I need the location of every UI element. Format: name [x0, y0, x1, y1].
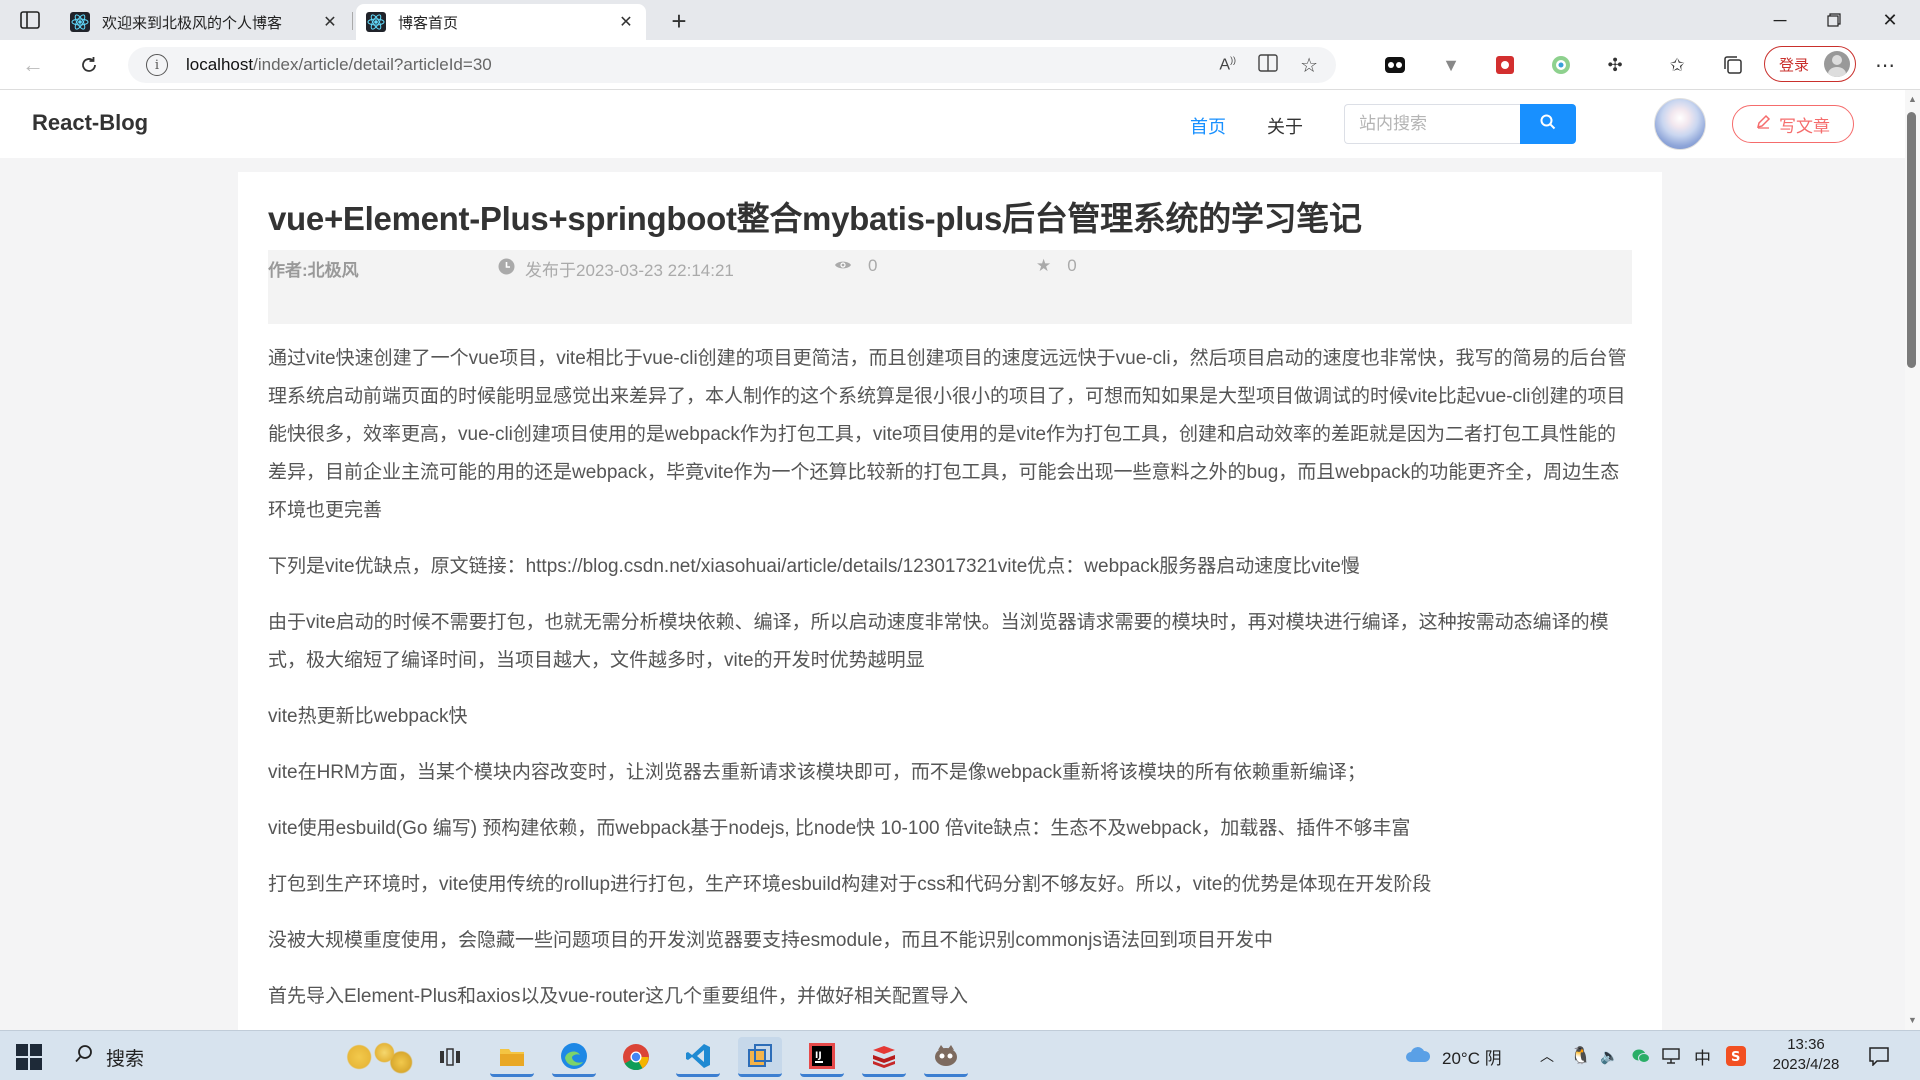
- file-explorer-icon[interactable]: [490, 1037, 534, 1077]
- windows-start-icon[interactable]: [16, 1044, 42, 1070]
- intellij-idea-icon[interactable]: IJ: [800, 1037, 844, 1077]
- extension-icon[interactable]: [1548, 52, 1574, 78]
- read-aloud-icon[interactable]: A)): [1219, 55, 1236, 74]
- clock-date: 2023/4/28: [1772, 1056, 1840, 1073]
- extensions-puzzle-icon[interactable]: ✣: [1602, 52, 1628, 78]
- notifications-icon[interactable]: [1868, 1031, 1890, 1080]
- vue-devtools-icon[interactable]: ▼: [1438, 52, 1464, 78]
- svg-text:IJ: IJ: [815, 1051, 822, 1061]
- close-window-button[interactable]: ✕: [1862, 0, 1918, 40]
- browser-tab-bar: 欢迎来到北极风的个人博客 ✕ 博客首页 ✕ + ─ ✕: [0, 0, 1920, 40]
- svg-text:S: S: [1731, 1050, 1740, 1065]
- edit-icon: [1756, 114, 1771, 134]
- article-title: vue+Element-Plus+springboot整合mybatis-plu…: [268, 200, 1362, 237]
- article-card: vue+Element-Plus+springboot整合mybatis-plu…: [238, 172, 1662, 1032]
- nav-about[interactable]: 关于: [1267, 113, 1303, 139]
- article-paragraph: 打包到生产环境时，vite使用传统的rollup进行打包，生产环境esbuild…: [268, 874, 1432, 895]
- tab-divider: [352, 12, 353, 30]
- scroll-up-arrow-icon[interactable]: ▲: [1908, 94, 1917, 104]
- restore-button[interactable]: [1806, 0, 1862, 40]
- windows-taskbar: 搜索 IJ 20°C 阴 ︿ 🐧 🔈 中 S 13:36 2023/4/28: [0, 1030, 1920, 1080]
- chrome-icon[interactable]: [614, 1037, 658, 1077]
- nav-home[interactable]: 首页: [1190, 113, 1226, 139]
- react-logo-icon: [70, 12, 90, 32]
- eye-icon: [834, 256, 852, 276]
- tab-actions-icon[interactable]: [14, 7, 46, 33]
- article-paragraph: 首先导入Element-Plus和axios以及vue-router这几个重要组…: [268, 986, 968, 1007]
- address-bar[interactable]: i localhost/index/article/detail?article…: [128, 47, 1336, 83]
- network-icon[interactable]: [1662, 1031, 1680, 1080]
- browser-tab-active[interactable]: 博客首页 ✕: [356, 4, 646, 40]
- volume-icon[interactable]: 🔈: [1600, 1031, 1619, 1080]
- refresh-icon[interactable]: [74, 50, 104, 80]
- reader-view-icon[interactable]: [1258, 53, 1278, 77]
- more-menu-icon[interactable]: ⋯: [1872, 52, 1898, 78]
- system-clock[interactable]: 13:36 2023/4/28: [1762, 1035, 1850, 1075]
- address-toolbar: ← i localhost/index/article/detail?artic…: [0, 40, 1920, 90]
- article-view-count: 0: [868, 256, 878, 275]
- site-brand[interactable]: React-Blog: [32, 110, 148, 136]
- favorites-icon[interactable]: ✩: [1664, 52, 1690, 78]
- article-author: 作者:北极风: [268, 261, 359, 280]
- tab-title: 博客首页: [398, 14, 459, 32]
- weather-widget[interactable]: 20°C 阴: [1404, 1031, 1502, 1080]
- article-paragraph: 下列是vite优缺点，原文链接：https://blog.csdn.net/xi…: [268, 556, 1360, 577]
- write-article-button[interactable]: 写文章: [1732, 105, 1854, 143]
- scroll-down-arrow-icon[interactable]: ▼: [1908, 1015, 1917, 1025]
- tray-app-icon[interactable]: 🐧: [1570, 1031, 1591, 1080]
- article-paragraph: 通过vite快速创建了一个vue项目，vite相比于vue-cli创建的项目更简…: [268, 348, 1627, 521]
- site-search-input[interactable]: [1344, 104, 1520, 144]
- article-star-count: 0: [1067, 256, 1077, 275]
- extension-icon[interactable]: [1492, 52, 1518, 78]
- sogou-input-icon[interactable]: S: [1726, 1031, 1746, 1080]
- profile-login-button[interactable]: 登录: [1764, 46, 1856, 82]
- clock-icon: [498, 258, 515, 280]
- app-cat-icon[interactable]: [924, 1037, 968, 1077]
- article-paragraph: 没被大规模重度使用，会隐藏一些问题项目的开发浏览器要支持esmodule，而且不…: [268, 930, 1273, 951]
- tab-title: 欢迎来到北极风的个人博客: [102, 14, 283, 32]
- vscode-icon[interactable]: [676, 1037, 720, 1077]
- article-paragraph: 由于vite启动的时候不需要打包，也就无需分析模块依赖、编译，所以启动速度非常快…: [268, 612, 1609, 671]
- user-avatar[interactable]: [1654, 98, 1706, 150]
- app-window-icon[interactable]: [738, 1037, 782, 1077]
- profile-avatar: [1824, 51, 1850, 77]
- browser-tab[interactable]: 欢迎来到北极风的个人博客 ✕: [60, 4, 350, 40]
- article-date: 发布于2023-03-23 22:14:21: [525, 261, 734, 280]
- article-paragraph: vite热更新比webpack快: [268, 706, 468, 727]
- minimize-button[interactable]: ─: [1752, 0, 1808, 40]
- react-logo-icon: [366, 12, 386, 32]
- clock-time: 13:36: [1787, 1036, 1825, 1053]
- article-meta: 作者:北极风 发布于2023-03-23 22:14:21 0 ★ 0: [268, 250, 1632, 324]
- info-icon[interactable]: i: [146, 54, 168, 76]
- collections-icon[interactable]: [1720, 52, 1746, 78]
- url-text[interactable]: localhost/index/article/detail?articleId…: [186, 55, 492, 75]
- scrollbar-thumb[interactable]: [1907, 112, 1916, 368]
- close-icon[interactable]: ✕: [320, 12, 340, 32]
- search-icon: [74, 1044, 94, 1070]
- add-favorite-icon[interactable]: ☆: [1300, 53, 1318, 78]
- chevron-up-icon[interactable]: ︿: [1540, 1031, 1554, 1080]
- redis-icon[interactable]: [862, 1037, 906, 1077]
- back-arrow-icon[interactable]: ←: [18, 50, 48, 80]
- star-icon: ★: [1036, 256, 1052, 275]
- task-view-icon[interactable]: [428, 1037, 472, 1077]
- search-button[interactable]: [1520, 104, 1576, 144]
- cloudy-weather-icon: [1404, 1044, 1432, 1069]
- ime-indicator[interactable]: 中: [1694, 1031, 1711, 1080]
- article-paragraph: vite使用esbuild(Go 编写) 预构建依赖，而webpack基于nod…: [268, 818, 1411, 839]
- wechat-icon[interactable]: [1632, 1031, 1650, 1080]
- extension-icon[interactable]: [1382, 52, 1408, 78]
- article-paragraph: vite在HRM方面，当某个模块内容改变时，让浏览器去重新请求该模块即可，而不是…: [268, 762, 1366, 783]
- site-header: React-Blog 首页 关于 写文章: [0, 90, 1905, 158]
- close-icon[interactable]: ✕: [616, 12, 636, 32]
- search-highlight-image: [334, 1035, 418, 1079]
- search-icon: [1540, 114, 1556, 135]
- article-content: 通过vite快速创建了一个vue项目，vite相比于vue-cli创建的项目更简…: [268, 340, 1632, 1016]
- edge-browser-icon[interactable]: [552, 1037, 596, 1077]
- taskbar-search[interactable]: 搜索: [64, 1035, 418, 1079]
- new-tab-button[interactable]: +: [664, 6, 694, 36]
